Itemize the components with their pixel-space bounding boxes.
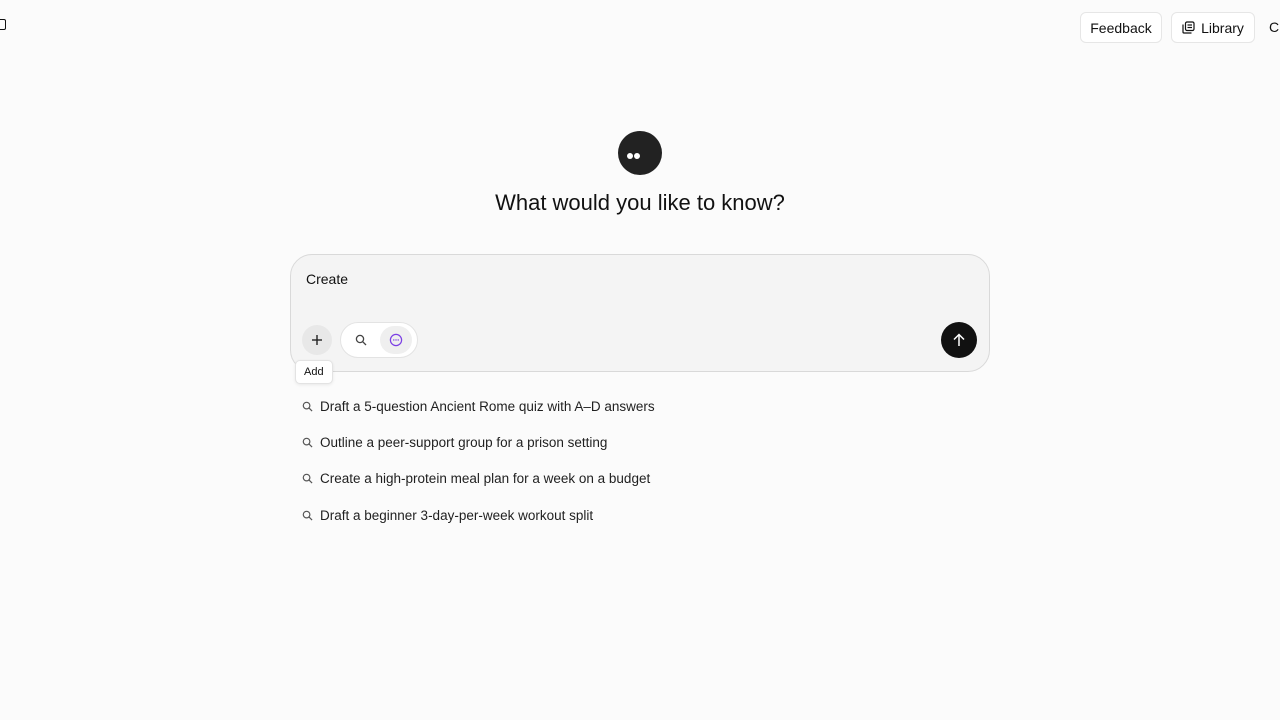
feedback-label: Feedback bbox=[1090, 19, 1152, 36]
library-button[interactable]: Library bbox=[1171, 12, 1255, 43]
page: Feedback Library C What would you like t… bbox=[0, 0, 1280, 720]
chat-bubble-icon bbox=[389, 333, 403, 347]
search-mode-button[interactable] bbox=[345, 326, 377, 354]
search-icon bbox=[302, 510, 313, 521]
account-label: C bbox=[1269, 19, 1280, 35]
add-tooltip-label: Add bbox=[304, 366, 324, 378]
search-icon bbox=[302, 437, 313, 448]
account-button[interactable]: C bbox=[1269, 19, 1279, 35]
suggestion-text: Draft a beginner 3-day-per-week workout … bbox=[320, 507, 594, 523]
send-button[interactable] bbox=[941, 322, 977, 358]
chat-mode-button[interactable] bbox=[380, 326, 412, 354]
library-label: Library bbox=[1201, 19, 1244, 36]
suggestion-item[interactable]: Create a high-protein meal plan for a we… bbox=[302, 461, 982, 497]
add-tooltip: Add bbox=[295, 360, 333, 384]
suggestion-list: Draft a 5-question Ancient Rome quiz wit… bbox=[302, 388, 982, 534]
mode-selector bbox=[340, 322, 418, 358]
prompt-input[interactable] bbox=[306, 271, 906, 287]
sidebar-toggle-icon[interactable] bbox=[0, 19, 6, 30]
suggestion-text: Draft a 5-question Ancient Rome quiz wit… bbox=[320, 398, 655, 414]
suggestion-item[interactable]: Outline a peer-support group for a priso… bbox=[302, 424, 982, 460]
search-icon bbox=[302, 401, 313, 412]
suggestion-item[interactable]: Draft a 5-question Ancient Rome quiz wit… bbox=[302, 388, 982, 424]
feedback-button[interactable]: Feedback bbox=[1080, 12, 1162, 43]
arrow-up-icon bbox=[953, 333, 965, 346]
logo-dot bbox=[627, 153, 633, 159]
logo-dot bbox=[634, 153, 640, 159]
suggestion-text: Create a high-protein meal plan for a we… bbox=[320, 471, 651, 487]
search-icon bbox=[302, 474, 313, 484]
search-icon bbox=[355, 334, 367, 346]
app-logo bbox=[618, 131, 662, 175]
suggestion-text: Outline a peer-support group for a priso… bbox=[320, 435, 608, 451]
library-icon bbox=[1182, 21, 1195, 34]
add-button[interactable] bbox=[302, 325, 332, 355]
suggestion-item[interactable]: Draft a beginner 3-day-per-week workout … bbox=[302, 497, 982, 533]
plus-icon bbox=[312, 335, 322, 345]
page-title: What would you like to know? bbox=[495, 190, 785, 215]
composer bbox=[290, 254, 990, 372]
